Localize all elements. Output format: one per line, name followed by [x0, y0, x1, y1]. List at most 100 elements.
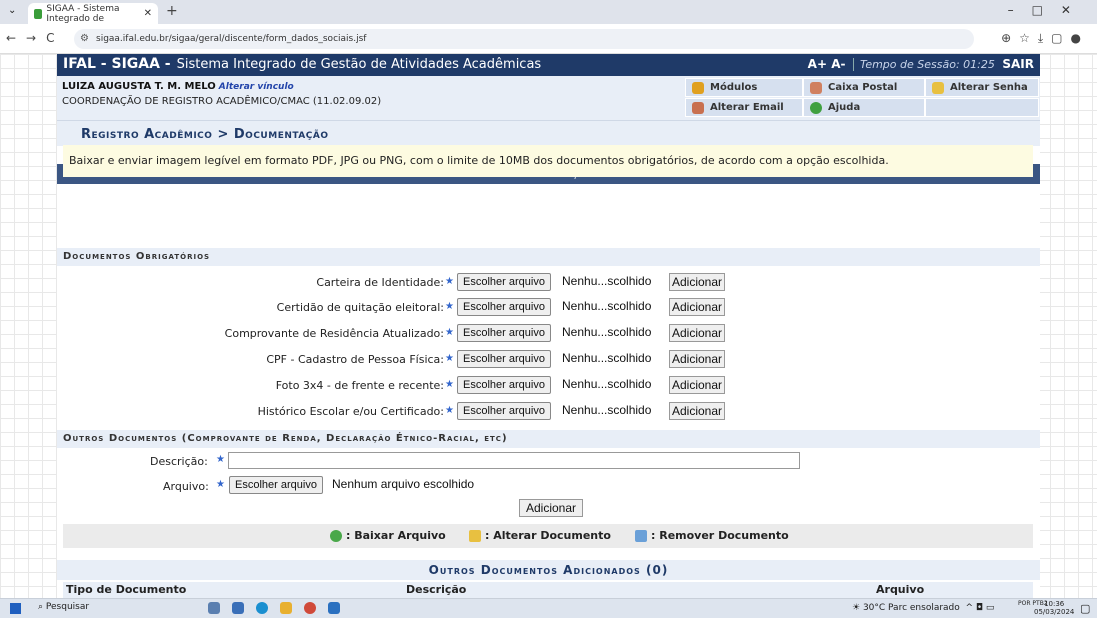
add-button[interactable]: Adicionar	[669, 402, 726, 420]
legend-remover-label: : Remover Documento	[651, 529, 789, 542]
legend-alterar-label: : Alterar Documento	[485, 529, 611, 542]
window-controls[interactable]: –□✕	[1008, 3, 1089, 17]
add-button[interactable]: Adicionar	[669, 350, 726, 368]
notification-icon[interactable]: ▢	[1080, 602, 1090, 615]
doc-row-foto: Foto 3x4 - de frente e recente: ★ Escolh…	[57, 375, 1040, 397]
site-info-icon[interactable]: ⚙	[80, 29, 89, 49]
font-size-controls[interactable]: A+ A-	[808, 57, 846, 71]
icon-legend: : Baixar Arquivo : Alterar Documento : R…	[63, 524, 1033, 548]
choose-file-button-other[interactable]: Escolher arquivo	[229, 476, 323, 494]
task-view-icon[interactable]	[208, 602, 220, 614]
legend-alterar: : Alterar Documento	[469, 529, 611, 542]
required-star-icon: ★	[445, 327, 454, 338]
windows-start-icon[interactable]	[10, 603, 21, 614]
tab-title: SIGAA - Sistema Integrado de	[46, 3, 120, 24]
required-star-icon: ★	[216, 479, 225, 490]
descricao-input[interactable]	[228, 452, 800, 469]
clock-time: 10:36	[1044, 600, 1065, 608]
file-status-other: Nenhum arquivo escolhido	[332, 477, 475, 491]
ajuda-label: Ajuda	[828, 102, 861, 113]
mailbox-icon	[810, 81, 822, 94]
session-timer: Tempo de Sessão: 01:25	[852, 58, 995, 71]
ajuda-button[interactable]: Ajuda	[803, 98, 925, 117]
choose-file-button[interactable]: Escolher arquivo	[457, 376, 551, 394]
add-button[interactable]: Adicionar	[669, 298, 726, 316]
required-star-icon: ★	[445, 301, 454, 312]
browser-actions[interactable]: ⊕☆⤓▢●	[1001, 31, 1089, 46]
weather-tray[interactable]: ☀ 30°C Parc ensolarado ^ ◘ ▭	[852, 603, 994, 613]
choose-file-button[interactable]: Escolher arquivo	[457, 324, 551, 342]
tab-list-icon[interactable]: ⌄	[8, 5, 16, 16]
doc-row-residencia: Comprovante de Residência Atualizado: ★ …	[57, 323, 1040, 345]
descricao-label: Descrição:	[150, 455, 208, 468]
sigaa-page: IFAL - SIGAA - Sistema Integrado de Gestã…	[57, 54, 1040, 598]
taskbar-search[interactable]: ⌕ Pesquisar	[38, 602, 89, 612]
legend-remover: : Remover Documento	[635, 529, 789, 542]
url-field[interactable]: ⚙ sigaa.ifal.edu.br/sigaa/geral/discente…	[74, 29, 974, 49]
choose-file-button[interactable]: Escolher arquivo	[457, 350, 551, 368]
doc-label: CPF - Cadastro de Pessoa Física:	[266, 353, 444, 366]
add-button[interactable]: Adicionar	[669, 376, 726, 394]
breadcrumb-text: Registro Acadêmico > Documentação	[81, 127, 329, 142]
download-icon	[330, 529, 342, 542]
weather-text: 30°C Parc ensolarado	[862, 603, 960, 613]
required-star-icon: ★	[445, 405, 454, 416]
user-name: LUIZA AUGUSTA T. M. MELO	[62, 81, 216, 92]
clock-date: 05/03/2024	[1034, 608, 1075, 616]
choose-file-button[interactable]: Escolher arquivo	[457, 273, 551, 291]
store-icon[interactable]	[232, 602, 244, 614]
alterar-senha-button[interactable]: Alterar Senha	[925, 78, 1039, 97]
new-tab-icon[interactable]: +	[166, 3, 178, 19]
required-star-icon: ★	[445, 353, 454, 364]
taskbar-search-label: Pesquisar	[45, 602, 90, 612]
breadcrumb: Registro Acadêmico > Documentação	[57, 120, 1040, 146]
edge-icon[interactable]	[256, 602, 268, 614]
file-status: Nenhu...scolhido	[562, 325, 652, 339]
doc-row-eleitoral: Certidão de quitação eleitoral: ★ Escolh…	[57, 297, 1040, 319]
required-star-icon: ★	[216, 454, 225, 465]
doc-label: Histórico Escolar e/ou Certificado:	[257, 405, 444, 418]
alterar-email-label: Alterar Email	[710, 102, 784, 113]
doc-label: Certidão de quitação eleitoral:	[276, 301, 444, 314]
browser-tab[interactable]: SIGAA - Sistema Integrado de ✕	[28, 3, 158, 24]
explorer-icon[interactable]	[280, 602, 292, 614]
alterar-email-button[interactable]: Alterar Email	[685, 98, 803, 117]
modulos-button[interactable]: Módulos	[685, 78, 803, 97]
close-tab-icon[interactable]: ✕	[144, 8, 152, 19]
file-status: Nenhu...scolhido	[562, 351, 652, 365]
doc-row-historico: Histórico Escolar e/ou Certificado: ★ Es…	[57, 401, 1040, 423]
choose-file-button[interactable]: Escolher arquivo	[457, 402, 551, 420]
alterar-senha-label: Alterar Senha	[950, 82, 1028, 93]
choose-file-button[interactable]: Escolher arquivo	[457, 298, 551, 316]
address-bar: ←→C ⚙ sigaa.ifal.edu.br/sigaa/geral/disc…	[0, 24, 1097, 54]
empty-menu-slot	[925, 98, 1039, 117]
other-docs-header: Outros Documentos (Comprovante de Renda,…	[57, 430, 1040, 448]
alterar-vinculo-link[interactable]: Alterar vínculo	[219, 82, 294, 92]
file-status: Nenhu...scolhido	[562, 299, 652, 313]
app-subtitle: Sistema Integrado de Gestão de Atividade…	[176, 57, 542, 72]
trash-icon	[635, 529, 647, 542]
add-button[interactable]: Adicionar	[669, 273, 726, 291]
user-icon	[692, 101, 704, 114]
modules-icon	[692, 81, 704, 94]
app-header: IFAL - SIGAA - Sistema Integrado de Gestã…	[57, 54, 1040, 76]
required-docs-header: Documentos Obrigatórios	[57, 248, 1040, 266]
browser-tabbar: ⌄ SIGAA - Sistema Integrado de ✕ + –□✕	[0, 0, 1097, 24]
key-icon	[932, 81, 944, 94]
doc-label: Carteira de Identidade:	[316, 276, 444, 289]
doc-label: Foto 3x4 - de frente e recente:	[275, 379, 444, 392]
header-right: A+ A- Tempo de Sessão: 01:25 SAIR	[808, 57, 1034, 71]
required-star-icon: ★	[445, 276, 454, 287]
add-button[interactable]: Adicionar	[669, 324, 726, 342]
app-icon[interactable]	[328, 602, 340, 614]
url-text: sigaa.ifal.edu.br/sigaa/geral/discente/f…	[96, 34, 367, 44]
logout-link[interactable]: SAIR	[1002, 57, 1034, 71]
nav-icons[interactable]: ←→C	[6, 31, 65, 45]
app-title: IFAL - SIGAA - Sistema Integrado de Gestã…	[63, 56, 541, 72]
chrome-icon[interactable]	[304, 602, 316, 614]
file-status: Nenhu...scolhido	[562, 403, 652, 417]
file-status: Nenhu...scolhido	[562, 377, 652, 391]
caixa-postal-button[interactable]: Caixa Postal	[803, 78, 925, 97]
add-other-button[interactable]: Adicionar	[519, 499, 584, 517]
taskbar-clock[interactable]: 10:36 05/03/2024	[1034, 600, 1074, 616]
